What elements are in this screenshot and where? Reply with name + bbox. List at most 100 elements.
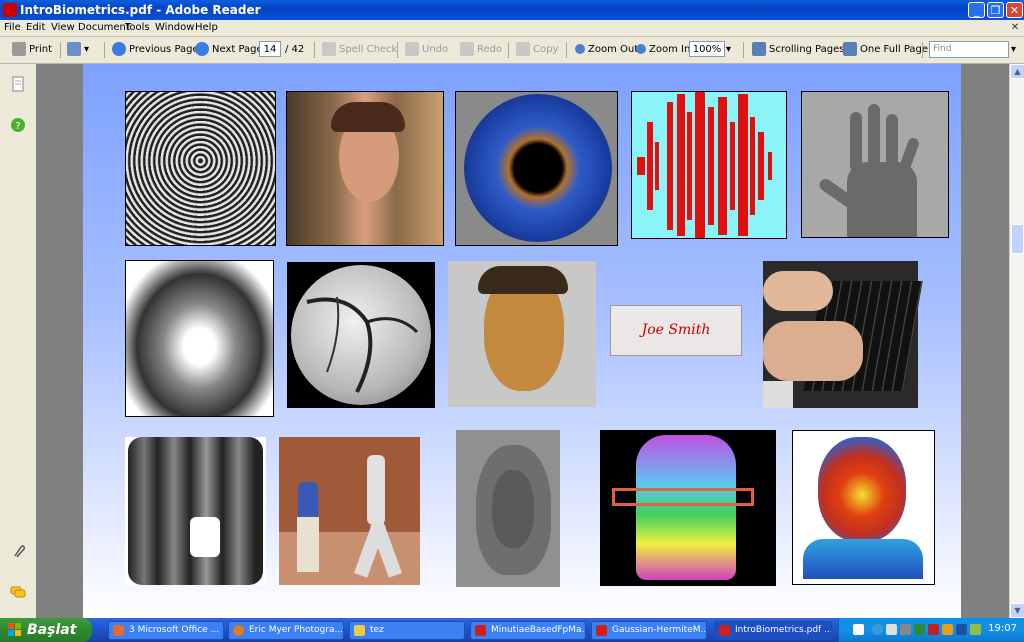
taskbar-item-label: Eric Myer Photogra... [249, 625, 344, 635]
page-number-input[interactable]: 14 [259, 41, 281, 57]
face-thermogram-image [792, 430, 935, 585]
taskbar-item-label: 3 Microsoft Office ... [129, 625, 220, 635]
3d-face-model-image [448, 261, 596, 407]
toolbar-divider [60, 42, 61, 58]
total-pages: / 42 [285, 44, 305, 55]
redo-icon [460, 42, 474, 56]
next-page-button[interactable]: Next Page [195, 41, 263, 59]
windows-logo-icon [8, 623, 21, 636]
one-full-page-button[interactable]: One Full Page [843, 41, 928, 59]
title-bar: IntroBiometrics.pdf - Adobe Reader _ ❐ ✕ [0, 0, 1024, 20]
find-dropdown-icon[interactable]: ▾ [1011, 41, 1016, 59]
undo-button[interactable]: Undo [405, 41, 448, 59]
menu-help[interactable]: Help [195, 22, 218, 33]
start-label: Başlat [27, 622, 77, 638]
redo-button[interactable]: Redo [460, 41, 502, 59]
toolbar-divider [566, 42, 567, 58]
scroll-up-icon[interactable]: ▲ [1010, 64, 1024, 79]
toolbar-divider [104, 42, 105, 58]
scrolling-pages-button[interactable]: Scrolling Pages [752, 41, 844, 59]
taskbar-item-firefox[interactable]: Eric Myer Photogra... [228, 621, 344, 640]
copy-button[interactable]: Copy [516, 41, 558, 59]
menu-window[interactable]: Window [155, 22, 194, 33]
taskbar-item-folder[interactable]: tez [349, 621, 465, 640]
pdf-icon [719, 625, 730, 636]
firefox-icon [233, 625, 244, 636]
taskbar-item-pdf-gaussian[interactable]: Gaussian-HermiteM... [591, 621, 707, 640]
vertical-scrollbar[interactable]: ▲ ▼ [1009, 64, 1024, 618]
one-full-page-label: One Full Page [860, 44, 929, 55]
dental-xray-image [125, 437, 266, 585]
scrolling-pages-label: Scrolling Pages [769, 44, 845, 55]
taskbar-item-pdf-introbiometrics[interactable]: IntroBiometrics.pdf ... [714, 621, 832, 640]
hand-thermogram-image [600, 430, 776, 586]
document-area: Joe Smith [36, 64, 1009, 618]
spell-check-icon [322, 42, 336, 56]
pages-icon[interactable] [10, 76, 26, 92]
print-label: Print [29, 44, 53, 55]
taskbar-item-label: MinutiaeBasedFpMa... [491, 625, 586, 635]
svg-text:?: ? [15, 121, 20, 132]
scroll-down-icon[interactable]: ▼ [1010, 603, 1024, 618]
previous-page-label: Previous Page [129, 44, 199, 55]
zoom-out-icon [575, 44, 585, 54]
menu-view[interactable]: View [51, 22, 75, 33]
spell-check-label: Spell Check [339, 44, 398, 55]
zoom-out-button[interactable]: Zoom Out [575, 41, 638, 59]
help-icon[interactable]: ? [10, 117, 26, 133]
menu-bar: File Edit View Document Tools Window Hel… [0, 20, 1024, 37]
security-icon[interactable] [928, 624, 939, 635]
email-icon [67, 42, 81, 56]
copy-icon [516, 42, 530, 56]
palmprint-image [125, 260, 274, 417]
find-input[interactable]: Find [929, 41, 1009, 58]
printer-icon [12, 42, 26, 56]
menu-edit[interactable]: Edit [26, 22, 45, 33]
attachments-icon[interactable] [10, 543, 26, 559]
network-icon[interactable] [872, 624, 883, 635]
minimize-button[interactable]: _ [968, 2, 985, 18]
waveform-graphic [637, 92, 772, 238]
toolbar-divider [314, 42, 315, 58]
menu-file[interactable]: File [4, 22, 21, 33]
language-icon[interactable] [886, 624, 897, 635]
dropdown-arrow-icon: ▾ [84, 44, 90, 55]
zoom-in-button[interactable]: Zoom In [636, 41, 690, 59]
scrollbar-thumb[interactable] [1011, 224, 1024, 254]
clock[interactable]: 19:07 [988, 623, 1017, 634]
window-title: IntroBiometrics.pdf - Adobe Reader [20, 3, 261, 17]
email-button[interactable]: ▾ [67, 41, 89, 59]
zoom-level-input[interactable]: 100% [689, 41, 725, 57]
folder-icon [354, 625, 365, 636]
one-full-page-icon [843, 42, 857, 56]
document-close-icon[interactable]: ✕ [1009, 22, 1021, 34]
maximize-button[interactable]: ❐ [987, 2, 1004, 18]
taskbar-item-pdf-minutiae[interactable]: MinutiaeBasedFpMa... [470, 621, 586, 640]
comments-icon[interactable] [10, 584, 26, 600]
arrow-left-icon [112, 42, 126, 56]
close-button[interactable]: ✕ [1006, 2, 1023, 18]
menu-document[interactable]: Document [78, 22, 130, 33]
spell-check-button[interactable]: Spell Check [322, 41, 397, 59]
start-button[interactable]: Başlat [0, 618, 92, 642]
pdf-icon [596, 625, 607, 636]
taskbar-item-office[interactable]: 3 Microsoft Office ... [108, 621, 224, 640]
menu-tools[interactable]: Tools [125, 22, 150, 33]
toolbar-divider [743, 42, 744, 58]
help-tray-icon[interactable] [853, 624, 864, 635]
office-icon [113, 625, 124, 636]
undo-label: Undo [422, 44, 449, 55]
power-icon[interactable] [970, 624, 981, 635]
windows-taskbar: Başlat 3 Microsoft Office ... Eric Myer … [0, 618, 1024, 642]
retina-angiogram-image [287, 262, 435, 408]
previous-page-button[interactable]: Previous Page [112, 41, 199, 59]
retina-vessels-graphic [306, 296, 419, 393]
print-button[interactable]: Print [12, 41, 52, 59]
volume-icon[interactable] [900, 624, 911, 635]
system-tray: 19:07 [838, 618, 1024, 642]
update-icon[interactable] [942, 624, 953, 635]
antivirus-icon[interactable] [914, 624, 925, 635]
zoom-dropdown-icon[interactable]: ▾ [726, 41, 731, 59]
pdf-icon [475, 625, 486, 636]
display-icon[interactable] [956, 624, 967, 635]
